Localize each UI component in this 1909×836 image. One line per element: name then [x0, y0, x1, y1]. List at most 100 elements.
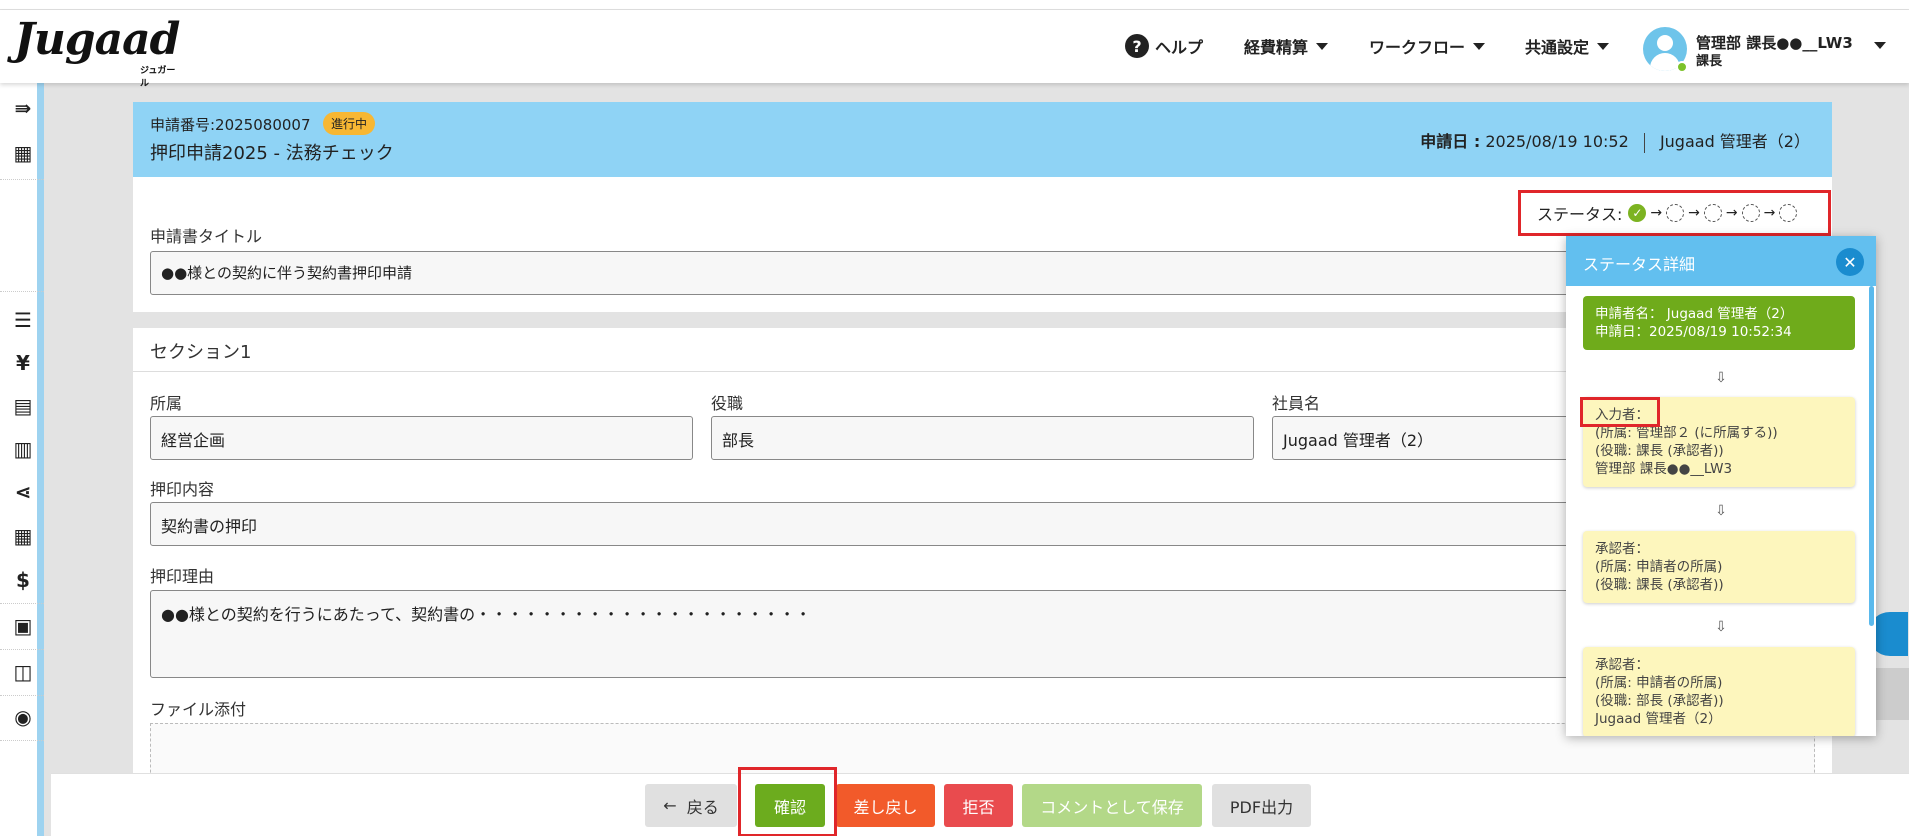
pending-circle-icon [1741, 204, 1760, 222]
title-label: 申請書タイトル [150, 227, 263, 246]
nav-common-label: 共通設定 [1525, 38, 1590, 57]
books-icon[interactable]: ▣ [11, 614, 35, 638]
sidebar-divider [0, 291, 44, 292]
step-line: (役職: 部長 (承認者)) [1595, 693, 1724, 709]
application-title: 押印申請2025 - 法務チェック [150, 143, 394, 164]
table-icon[interactable]: ▦ [11, 524, 35, 548]
content-label: 押印内容 [150, 480, 215, 499]
popup-scrollbar[interactable] [1869, 286, 1874, 626]
popup-title: ステータス詳細 [1583, 255, 1696, 274]
help-icon: ? [1125, 34, 1149, 58]
nav-workflow-label: ワークフロー [1369, 38, 1466, 57]
app-logo[interactable]: Jugaad ジュガール [14, 14, 180, 90]
collapse-menu-icon[interactable]: ⇛ [11, 96, 35, 120]
workflow-step-approver-1: 承認者： (所属: 申請者の所属) (役職: 課長 (承認者)) [1583, 531, 1855, 603]
pending-circle-icon [1779, 204, 1798, 222]
nav-expense[interactable]: 経費精算 [1244, 34, 1329, 58]
arrow-right-icon: → [1650, 205, 1663, 221]
nav-expense-label: 経費精算 [1244, 38, 1309, 57]
step-line: Jugaad 管理者（2） [1595, 711, 1722, 727]
status-detail-popup: ステータス詳細 ✕ 申請者名： Jugaad 管理者（2） 申請日：2025/0… [1566, 236, 1876, 736]
arrow-down-icon: ⇩ [1715, 370, 1727, 386]
sidebar-divider [0, 695, 44, 696]
date-separator [1643, 132, 1645, 153]
share-icon[interactable]: ⋖ [11, 480, 35, 504]
invoice-icon[interactable]: $ [11, 568, 35, 592]
sidebar: ⇛ ▦ ☰ ¥ ▤ ▥ ⋖ ▦ $ ▣ ◫ ◉ [0, 83, 44, 836]
save-comment-button[interactable]: コメントとして保存 [1022, 784, 1202, 827]
chevron-down-icon [1597, 42, 1610, 50]
status-indicator[interactable]: ステータス: ✓ → → → → [1518, 190, 1831, 236]
position-label: 役職 [711, 394, 744, 413]
arrow-left-icon: ← [663, 796, 677, 815]
back-label: 戻る [686, 797, 719, 817]
highlight-confirm [738, 767, 837, 836]
position-field[interactable]: 部長 [711, 416, 1254, 460]
step-line: 申請者名： Jugaad 管理者（2） [1595, 306, 1794, 322]
status-badge: 進行中 [323, 112, 376, 135]
send-back-button[interactable]: 差し戻し [836, 784, 935, 827]
status-label: ステータス: [1537, 205, 1623, 224]
step-line: 承認者： [1595, 657, 1649, 673]
pending-circle-icon [1703, 204, 1722, 222]
nav-help-label: ヘルプ [1155, 38, 1204, 57]
nav-help[interactable]: ? ヘルプ [1125, 34, 1203, 58]
chevron-down-icon [1316, 42, 1329, 50]
step-line: 申請日：2025/08/19 10:52:34 [1595, 324, 1792, 340]
applicant-name: Jugaad 管理者（2） [1659, 132, 1810, 151]
check-circle-icon: ✓ [1628, 204, 1647, 222]
close-icon[interactable]: ✕ [1836, 248, 1864, 276]
popup-header: ステータス詳細 ✕ [1566, 236, 1876, 286]
user-menu-chevron-icon[interactable] [1874, 42, 1886, 49]
top-strip [0, 0, 1909, 10]
manual-icon[interactable]: ◫ [11, 660, 35, 684]
attachment-label: ファイル添付 [150, 700, 247, 719]
step-line: 承認者： [1595, 541, 1649, 557]
back-button[interactable]: ← 戻る [645, 784, 737, 827]
application-date: 申請日 : 2025/08/19 10:52 Jugaad 管理者（2） [1420, 128, 1810, 153]
receipt-icon[interactable]: ▥ [11, 437, 35, 461]
pending-circle-icon [1666, 204, 1685, 222]
arrow-right-icon: → [1725, 205, 1738, 221]
date-label: 申請日 : [1420, 132, 1481, 151]
dept-label: 所属 [150, 394, 183, 413]
step-line: 管理部 課長●●__LW3 [1595, 461, 1733, 477]
step-line: (役職: 課長 (承認者)) [1595, 577, 1724, 593]
step-line: (所属: 申請者の所属) [1595, 559, 1723, 575]
arrow-right-icon: → [1763, 205, 1776, 221]
document-icon[interactable]: ▤ [11, 394, 35, 418]
sidebar-divider [0, 649, 44, 650]
arrow-down-icon: ⇩ [1715, 503, 1727, 519]
workflow-step-approver-2: 承認者： (所属: 申請者の所属) (役職: 部長 (承認者)) Jugaad … [1583, 647, 1855, 736]
application-number: 申請番号:2025080007 [150, 116, 311, 134]
sidebar-divider [0, 179, 44, 180]
dept-field[interactable]: 経営企画 [150, 416, 693, 460]
building-icon[interactable]: ▦ [11, 141, 35, 165]
workflow-step-applicant: 申請者名： Jugaad 管理者（2） 申請日：2025/08/19 10:52… [1583, 296, 1855, 350]
list-icon[interactable]: ☰ [11, 308, 35, 332]
online-status-dot [1676, 61, 1688, 73]
user-role: 課長 [1696, 54, 1723, 69]
step-line: (役職: 課長 (承認者)) [1595, 443, 1724, 459]
logo-subtext: ジュガール [140, 66, 176, 89]
employee-label: 社員名 [1272, 394, 1321, 413]
arrow-right-icon: → [1688, 205, 1700, 221]
logo-text: Jugaad [14, 14, 180, 65]
reason-label: 押印理由 [150, 567, 215, 586]
avatar-head [1657, 35, 1673, 51]
nav-common-settings[interactable]: 共通設定 [1525, 34, 1610, 58]
support-icon[interactable]: ◉ [11, 705, 35, 729]
app-header: Jugaad ジュガール ? ヘルプ 経費精算 ワークフロー 共通設定 管理部 … [0, 10, 1909, 90]
sidebar-divider [0, 603, 44, 604]
chevron-down-icon [1473, 42, 1486, 50]
date-value: 2025/08/19 10:52 [1485, 132, 1629, 151]
nav-workflow[interactable]: ワークフロー [1369, 34, 1486, 58]
reject-button[interactable]: 拒否 [944, 784, 1013, 827]
application-header: 申請番号:2025080007 進行中 押印申請2025 - 法務チェック 申請… [133, 102, 1832, 177]
sidebar-divider [0, 740, 44, 741]
highlight-inputter [1580, 397, 1660, 427]
section-title: セクション1 [150, 342, 252, 363]
yen-icon[interactable]: ¥ [11, 351, 35, 375]
step-line: (所属: 申請者の所属) [1595, 675, 1723, 691]
pdf-export-button[interactable]: PDF出力 [1212, 784, 1311, 827]
